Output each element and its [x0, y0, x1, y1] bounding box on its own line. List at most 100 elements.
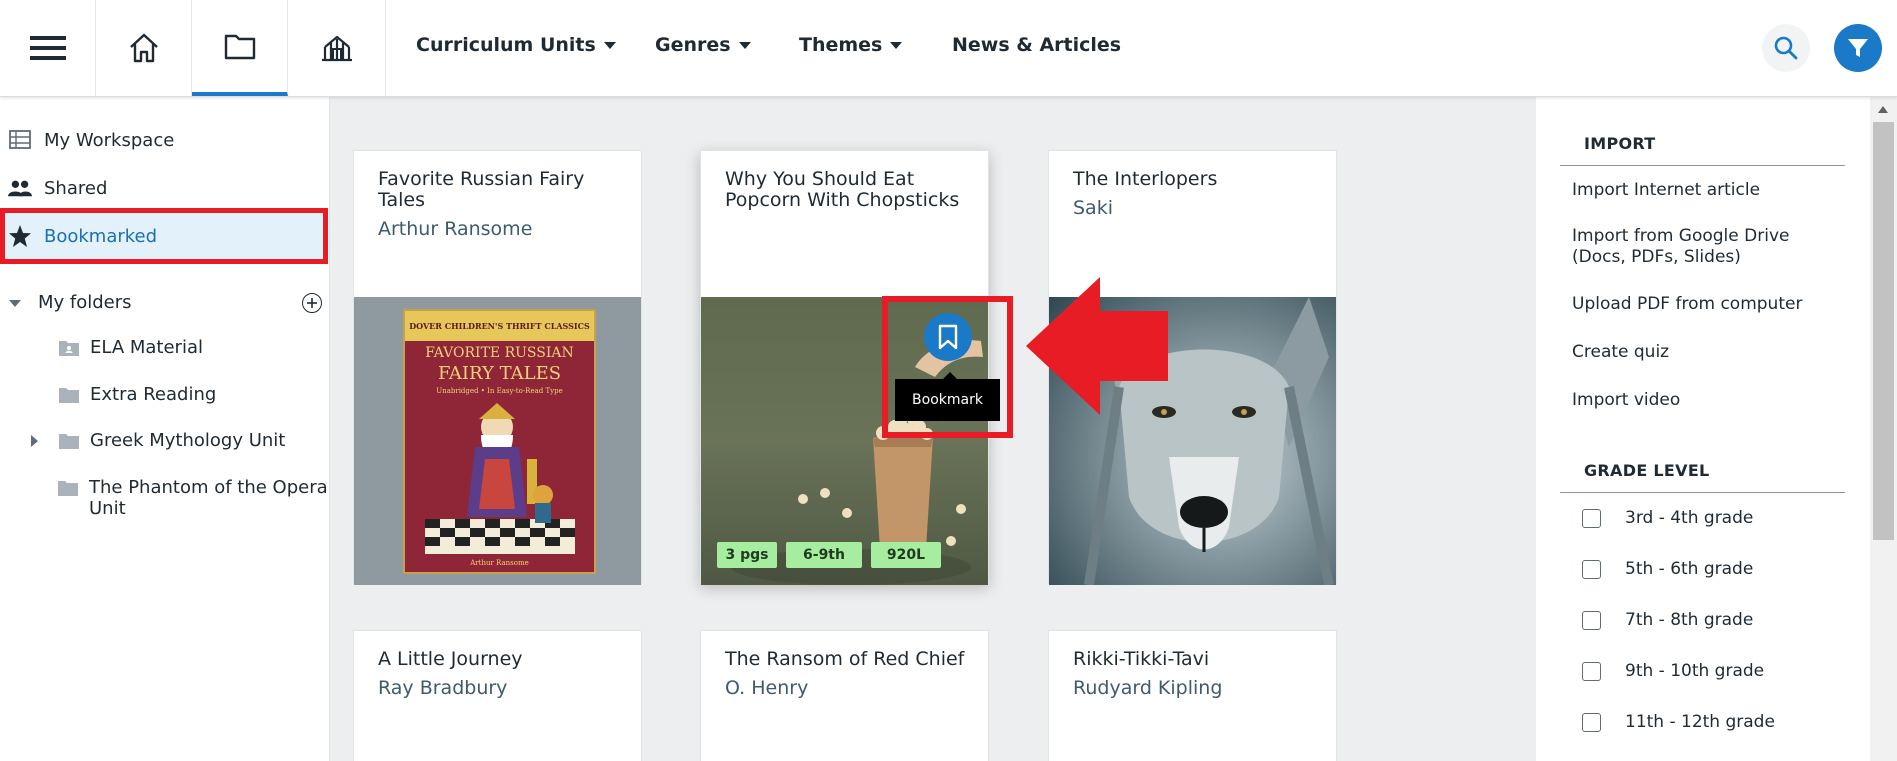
- sidebar-item-label: Bookmarked: [44, 225, 158, 247]
- filter-icon: [1848, 39, 1868, 57]
- cover-author: Arthur Ransome: [470, 559, 529, 567]
- nav-themes[interactable]: Themes: [799, 34, 903, 56]
- library-button[interactable]: [288, 0, 386, 96]
- cover-series-text: DOVER CHILDREN'S THRIFT CLASSICS: [405, 311, 594, 341]
- book-cover-image: DOVER CHILDREN'S THRIFT CLASSICS FAVORIT…: [354, 297, 641, 585]
- nav-label: Genres: [655, 34, 731, 56]
- caret-down-icon: [890, 41, 903, 49]
- card-author[interactable]: Ray Bradbury: [378, 677, 507, 699]
- checkbox[interactable]: [1582, 661, 1601, 681]
- content-card-rikki-tikki-tavi[interactable]: Rikki-Tikki-Tavi Rudyard Kipling: [1048, 630, 1337, 761]
- content-card-favorite-russian-fairy-tales[interactable]: Favorite Russian Fairy Tales Arthur Rans…: [353, 150, 642, 585]
- menu-icon: [29, 36, 66, 60]
- people-icon: [8, 176, 32, 200]
- nav-label: News & Articles: [952, 34, 1122, 56]
- card-author[interactable]: O. Henry: [725, 677, 808, 699]
- divider: [1560, 165, 1845, 166]
- import-heading: IMPORT: [1584, 134, 1656, 153]
- nav-news-articles[interactable]: News & Articles: [952, 34, 1121, 56]
- import-google-drive-link[interactable]: Import from Google Drive (Docs, PDFs, Sl…: [1572, 226, 1832, 268]
- bookmark-tooltip: Bookmark: [895, 379, 1000, 421]
- folder-item-phantom-of-the-opera-unit[interactable]: The Phantom of the Opera Unit: [57, 477, 330, 519]
- content-card-ransom-of-red-chief[interactable]: The Ransom of Red Chief O. Henry: [700, 630, 989, 761]
- grade-label: 5th - 6th grade: [1625, 559, 1754, 579]
- folder-item-greek-mythology-unit[interactable]: Greek Mythology Unit: [28, 430, 328, 451]
- folder-item-ela-material[interactable]: ELA Material: [58, 337, 328, 358]
- workspace-icon: [8, 128, 32, 152]
- scroll-up-icon[interactable]: [1877, 104, 1889, 114]
- search-icon: [1774, 36, 1798, 60]
- lexile-badge: 920L: [871, 542, 941, 568]
- card-title: The Interlopers: [1073, 168, 1218, 190]
- folder-icon: [59, 388, 79, 403]
- import-internet-article-link[interactable]: Import Internet article: [1572, 180, 1760, 201]
- caret-down-icon: [738, 41, 751, 49]
- content-card-a-little-journey[interactable]: A Little Journey Ray Bradbury: [353, 630, 642, 761]
- grade-filter-11-12[interactable]: 11th - 12th grade: [1582, 712, 1775, 732]
- sidebar-item-shared[interactable]: Shared: [0, 164, 330, 212]
- card-title: Favorite Russian Fairy Tales: [378, 168, 585, 211]
- nav-label: Curriculum Units: [416, 34, 596, 56]
- card-title: Why You Should Eat Popcorn With Chopstic…: [725, 168, 960, 211]
- folder-icon: [58, 481, 78, 496]
- grade-label: 7th - 8th grade: [1625, 610, 1754, 630]
- annotation-arrow-icon: [1026, 277, 1168, 415]
- sidebar-item-label: My Workspace: [44, 129, 175, 151]
- my-folders-header[interactable]: My folders: [8, 292, 328, 313]
- home-icon: [129, 33, 158, 63]
- card-title: The Ransom of Red Chief: [725, 648, 965, 670]
- cover-subtitle: Unabridged • In Easy-to-Read Type: [436, 387, 563, 395]
- add-folder-button[interactable]: [302, 293, 322, 313]
- checkbox[interactable]: [1582, 610, 1601, 630]
- cover-title-line2: FAIRY TALES: [437, 363, 562, 384]
- grade-label: 11th - 12th grade: [1625, 712, 1775, 732]
- upload-pdf-link[interactable]: Upload PDF from computer: [1572, 294, 1802, 315]
- card-author[interactable]: Saki: [1073, 197, 1113, 219]
- grade-filter-5-6[interactable]: 5th - 6th grade: [1582, 559, 1753, 579]
- grade-filter-9-10[interactable]: 9th - 10th grade: [1582, 661, 1764, 681]
- top-navigation-bar: Curriculum Units Genres Themes News & Ar…: [0, 0, 1897, 97]
- nav-label: Themes: [799, 34, 883, 56]
- sidebar-item-bookmarked[interactable]: Bookmarked: [0, 208, 328, 264]
- import-video-link[interactable]: Import video: [1572, 390, 1680, 411]
- caret-right-icon[interactable]: [28, 434, 40, 448]
- search-button[interactable]: [1762, 24, 1810, 72]
- create-quiz-link[interactable]: Create quiz: [1572, 342, 1669, 363]
- page-count-badge: 3 pgs: [717, 542, 777, 568]
- grade-level-heading: GRADE LEVEL: [1584, 461, 1710, 480]
- card-title: Rikki-Tikki-Tavi: [1073, 648, 1210, 670]
- grade-filter-7-8[interactable]: 7th - 8th grade: [1582, 610, 1753, 630]
- folder-tab-button[interactable]: [192, 0, 288, 96]
- nav-genres[interactable]: Genres: [655, 34, 751, 56]
- bookmark-button[interactable]: [924, 313, 972, 361]
- shared-folder-icon: [59, 341, 79, 356]
- tooltip-arrow: [943, 372, 957, 379]
- sidebar-item-my-workspace[interactable]: My Workspace: [0, 116, 330, 164]
- folder-icon: [224, 34, 255, 60]
- card-title: A Little Journey: [378, 648, 523, 670]
- grade-label: 9th - 10th grade: [1625, 661, 1765, 681]
- folder-label: Extra Reading: [90, 384, 217, 405]
- folder-label: ELA Material: [90, 337, 203, 358]
- my-folders-label: My folders: [38, 292, 132, 313]
- home-button[interactable]: [96, 0, 192, 96]
- nav-curriculum-units[interactable]: Curriculum Units: [416, 34, 616, 56]
- bookmark-icon: [938, 324, 958, 350]
- cover-illustration: [425, 403, 575, 554]
- card-author[interactable]: Rudyard Kipling: [1073, 677, 1222, 699]
- scrollbar-thumb[interactable]: [1873, 122, 1894, 540]
- caret-down-icon: [603, 41, 616, 49]
- sidebar-item-label: Shared: [44, 177, 108, 199]
- filter-button[interactable]: [1834, 24, 1882, 72]
- folder-item-extra-reading[interactable]: Extra Reading: [58, 384, 328, 405]
- plus-icon: [307, 298, 317, 308]
- library-icon: [321, 35, 352, 62]
- grade-filter-3-4[interactable]: 3rd - 4th grade: [1582, 508, 1753, 528]
- grade-label: 3rd - 4th grade: [1625, 508, 1754, 528]
- checkbox[interactable]: [1582, 712, 1601, 732]
- checkbox[interactable]: [1582, 559, 1601, 579]
- card-author[interactable]: Arthur Ransome: [378, 218, 532, 240]
- menu-button[interactable]: [0, 0, 96, 96]
- divider: [1560, 492, 1845, 493]
- checkbox[interactable]: [1582, 508, 1601, 528]
